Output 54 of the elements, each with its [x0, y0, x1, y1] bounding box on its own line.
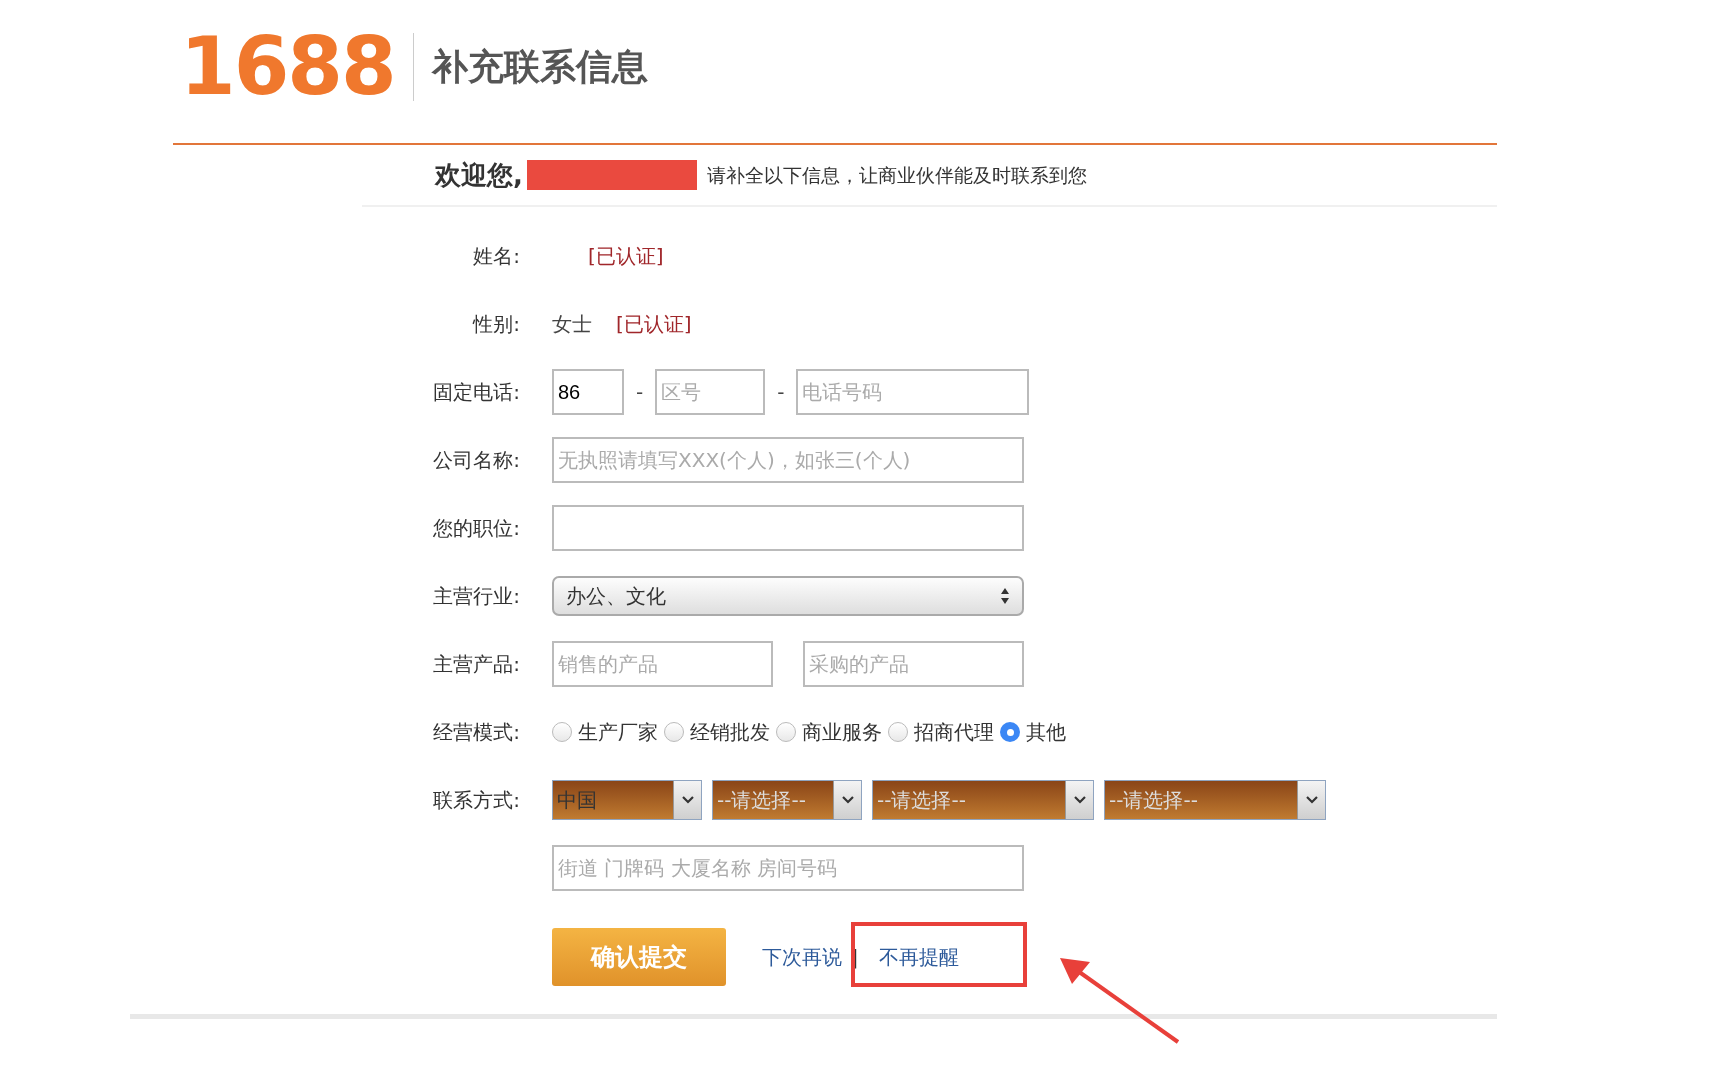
radio-button[interactable] [552, 722, 572, 742]
separator: - [776, 379, 786, 406]
region-select[interactable]: --请选择-- [1104, 780, 1326, 820]
radio-button[interactable] [1000, 722, 1020, 742]
text-field[interactable] [552, 505, 1024, 551]
radio-label: 生产厂家 [578, 719, 658, 746]
field-label: 主营行业: [433, 584, 520, 608]
dropdown-arrow-button[interactable] [673, 781, 701, 819]
field-label: 主营产品: [433, 652, 520, 676]
dropdown-arrow-button[interactable] [833, 781, 861, 819]
field-label: 姓名: [473, 244, 520, 268]
chevron-down-icon [1073, 796, 1086, 804]
link-divider: | [852, 944, 859, 971]
region-select[interactable]: --请选择-- [712, 780, 862, 820]
industry-select[interactable]: 办公、文化 [552, 576, 1024, 616]
radio-label: 经销批发 [690, 719, 770, 746]
product-field[interactable]: 销售的产品 [552, 641, 773, 687]
chevron-down-icon [841, 796, 854, 804]
verified-label: [已认证] [588, 243, 664, 270]
welcome-greeting: 欢迎您, [435, 158, 523, 192]
field-label: 性别: [473, 312, 520, 336]
text-field[interactable]: 无执照请填写XXX(个人)，如张三(个人) [552, 437, 1024, 483]
radio-label: 其他 [1026, 719, 1066, 746]
country-code-field[interactable]: 86 [552, 369, 624, 415]
chevron-down-icon [681, 796, 694, 804]
logo: 1688 [180, 26, 395, 107]
radio-label: 招商代理 [914, 719, 994, 746]
up-down-arrows-icon [1000, 587, 1010, 605]
product-field[interactable]: 采购的产品 [803, 641, 1024, 687]
radio-button[interactable] [776, 722, 796, 742]
remind-later-link[interactable]: 下次再说 [762, 942, 842, 972]
region-select[interactable]: --请选择-- [872, 780, 1094, 820]
text-field[interactable]: 街道 门牌码 大厦名称 房间号码 [552, 845, 1024, 891]
region-select[interactable]: 中国 [552, 780, 702, 820]
radio-button[interactable] [888, 722, 908, 742]
separator: - [635, 379, 645, 406]
submit-button[interactable]: 确认提交 [552, 928, 726, 986]
field-value: 女士 [552, 311, 592, 338]
page-title: 补充联系信息 [431, 44, 648, 89]
phone-number-field[interactable]: 电话号码 [796, 369, 1030, 415]
radio-button[interactable] [664, 722, 684, 742]
field-label: 联系方式: [433, 788, 520, 812]
chevron-down-icon [1305, 796, 1318, 804]
field-label: 经营模式: [433, 720, 520, 744]
field-label: 您的职位: [433, 516, 520, 540]
radio-label: 商业服务 [802, 719, 882, 746]
field-label: 公司名称: [433, 448, 520, 472]
dropdown-arrow-button[interactable] [1065, 781, 1093, 819]
dropdown-arrow-button[interactable] [1297, 781, 1325, 819]
area-code-field[interactable]: 区号 [655, 369, 766, 415]
verified-label: [已认证] [616, 311, 692, 338]
welcome-message: 请补全以下信息，让商业伙伴能及时联系到您 [706, 162, 1087, 188]
field-label: 固定电话: [433, 380, 520, 404]
never-remind-link[interactable]: 不再提醒 [878, 942, 959, 972]
